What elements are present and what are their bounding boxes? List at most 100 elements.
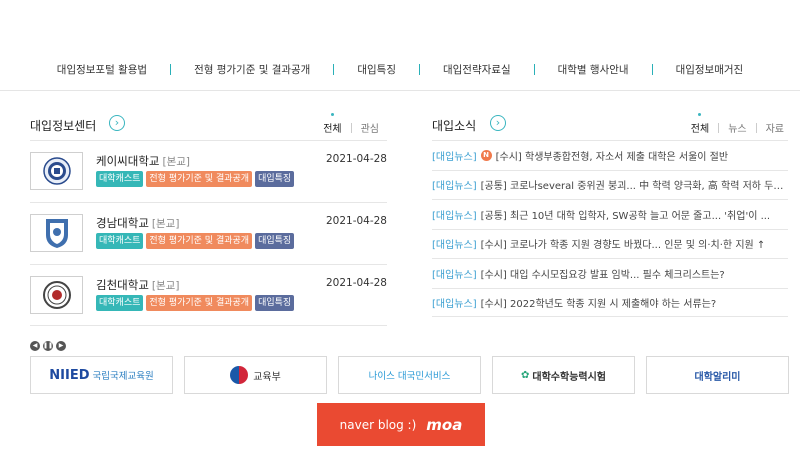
tab-news[interactable]: 뉴스 [728,120,746,135]
nav-item-university-events[interactable]: 대학별 행사안내 [558,62,629,77]
nav-item-strategy-materials[interactable]: 대입전략자료실 [443,62,511,77]
nav-item-magazine[interactable]: 대입정보매거진 [676,62,744,77]
news-title[interactable]: [수시] 대입 수시모집요강 발표 임박... 필수 체크리스트는? [481,266,725,281]
tab-all[interactable]: 전체 [323,113,342,135]
news-title[interactable]: [수시] 학생부종합전형, 자소서 제출 대학은 서울이 절반 [496,148,728,163]
prev-icon[interactable]: ◀ [30,341,40,351]
university-name-text: 경남대학교 [96,216,149,230]
moe-label: 교육부 [253,371,281,383]
banner-niied[interactable]: NIIED 국립국제교육원 [30,356,173,394]
naver-blog-badge: naver blog :) moa [317,403,485,446]
news-category: [대입뉴스] [432,210,477,222]
gimcheon-university-logo [30,276,83,314]
kice-label: 대학수학능력시험 [532,371,606,383]
tab-divider [718,122,720,133]
list-item[interactable]: 경남대학교 [본교] 2021-04-28 대학캐스트 전형 평가기준 및 결과공… [30,202,387,264]
news-title[interactable]: [공통] 최근 10년 대학 입학자, SW공학 늘고 어문 줄고... '취업… [481,207,771,222]
tag-admission-features[interactable]: 대입특징 [255,233,295,249]
nav-divider-line [0,90,800,91]
next-icon[interactable]: ▶ [56,341,66,351]
pause-icon[interactable]: ❚❚ [43,341,53,351]
news-category: [대입뉴스] [432,240,477,252]
news-category: [대입뉴스] [432,269,477,281]
top-navigation: 대입정보포털 활용법 전형 평가기준 및 결과공개 대입특징 대입전략자료실 대… [0,58,800,80]
tag-university-cast[interactable]: 대학캐스트 [96,233,144,249]
partner-banners: NIIED 국립국제교육원 교육부 나이스 대국민서비스 ✿ 대학수학능력시험 … [30,356,789,394]
nav-item-evaluation-criteria[interactable]: 전형 평가기준 및 결과공개 [194,62,310,77]
news-title[interactable]: [공통] 코로나several 중위권 붕괴... 中 학력 양극화, 高 학력… [481,177,788,192]
tag-admission-features[interactable]: 대입특징 [255,295,295,311]
list-item[interactable]: [대입뉴스] [수시] 코로나가 학종 지원 경향도 바꿨다... 인문 및 의… [432,228,788,259]
list-item[interactable]: 케이씨대학교 [본교] 2021-04-28 대학캐스트 전형 평가기준 및 결과… [30,140,387,202]
news-title[interactable]: [수시] 2022학년도 학종 지원 시 제출해야 하는 서류는? [481,295,717,310]
nav-divider [651,63,653,75]
nav-item-portal-guide[interactable]: 대입정보포털 활용법 [57,62,147,77]
admission-news-tabs: 전체 뉴스 자료 [691,113,784,135]
kc-university-logo [30,152,83,190]
banner-moe[interactable]: 교육부 [184,356,327,394]
tag-evaluation-criteria[interactable]: 전형 평가기준 및 결과공개 [146,295,253,311]
news-list: [대입뉴스] N [수시] 학생부종합전형, 자소서 제출 대학은 서울이 절반… [432,140,788,317]
tag-admission-features[interactable]: 대입특징 [255,171,295,187]
new-badge-icon: N [480,149,492,161]
tag-group: 대학캐스트 전형 평가기준 및 결과공개 대입특징 [96,295,295,311]
university-branch: [본교] [151,280,180,292]
university-branch: [본교] [151,218,180,230]
list-item[interactable]: [대입뉴스] [수시] 2022학년도 학종 지원 시 제출해야 하는 서류는? [432,287,788,317]
admission-center-tabs: 전체 관심 [323,113,379,135]
university-list: 케이씨대학교 [본교] 2021-04-28 대학캐스트 전형 평가기준 및 결과… [30,140,387,326]
list-item[interactable]: 김천대학교 [본교] 2021-04-28 대학캐스트 전형 평가기준 및 결과공… [30,264,387,326]
university-name: 경남대학교 [본교] [96,215,179,231]
banner-neis[interactable]: 나이스 대국민서비스 [338,356,481,394]
admission-center-header: 대입정보센터 › 전체 관심 [30,112,387,138]
admission-center-title: 대입정보센터 [30,119,97,133]
chevron-right-icon[interactable]: › [109,115,125,131]
nav-divider [333,63,335,75]
niied-label: 국립국제교육원 [92,371,154,382]
list-item[interactable]: [대입뉴스] [공통] 최근 10년 대학 입학자, SW공학 늘고 어문 줄고… [432,199,788,229]
alrimi-label: 대학알리미 [694,371,741,383]
tag-evaluation-criteria[interactable]: 전형 평가기준 및 결과공개 [146,171,253,187]
news-category: [대입뉴스] [432,298,477,310]
nav-divider [533,63,535,75]
tag-university-cast[interactable]: 대학캐스트 [96,295,144,311]
blog-label: naver blog :) [339,417,417,432]
list-item[interactable]: [대입뉴스] N [수시] 학생부종합전형, 자소서 제출 대학은 서울이 절반 [432,140,788,170]
university-name: 케이씨대학교 [본교] [96,153,190,169]
nav-item-admission-features[interactable]: 대입특징 [357,62,396,77]
banner-alrimi[interactable]: 대학알리미 [646,356,789,394]
university-branch: [본교] [162,156,190,168]
kice-logo-icon: ✿ [521,369,530,381]
tab-materials[interactable]: 자료 [766,120,784,135]
tab-all[interactable]: 전체 [691,113,709,135]
tab-divider [755,122,757,133]
tag-university-cast[interactable]: 대학캐스트 [96,171,144,187]
admission-news-header: 대입소식 › 전체 뉴스 자료 [432,112,788,138]
banner-kice[interactable]: ✿ 대학수학능력시험 [492,356,635,394]
list-item[interactable]: [대입뉴스] [공통] 코로나several 중위권 붕괴... 中 학력 양극… [432,169,788,200]
tab-divider [350,122,352,133]
nav-divider [170,63,172,75]
blog-name: moa [426,415,463,434]
news-title[interactable]: [수시] 코로나가 학종 지원 경향도 바꿨다... 인문 및 의·치·한 지원… [481,236,766,251]
news-category: [대입뉴스] [432,181,477,193]
university-name: 김천대학교 [본교] [96,277,179,293]
kyungnam-university-logo [30,214,83,252]
admission-news-title: 대입소식 [432,119,477,133]
taegeuk-icon [230,366,249,384]
post-date: 2021-04-28 [325,215,387,227]
neis-label: 나이스 대국민서비스 [368,371,451,382]
nav-divider [418,63,420,75]
news-category: [대입뉴스] [432,151,477,163]
chevron-right-icon[interactable]: › [490,115,506,131]
tag-group: 대학캐스트 전형 평가기준 및 결과공개 대입특징 [96,233,295,249]
tag-evaluation-criteria[interactable]: 전형 평가기준 및 결과공개 [146,233,253,249]
banner-controls: ◀ ❚❚ ▶ [30,341,66,351]
post-date: 2021-04-28 [325,277,387,289]
tab-interest[interactable]: 관심 [361,120,379,135]
list-item[interactable]: [대입뉴스] [수시] 대입 수시모집요강 발표 임박... 필수 체크리스트는… [432,258,788,288]
university-name-text: 김천대학교 [96,278,149,292]
tag-group: 대학캐스트 전형 평가기준 및 결과공개 대입특징 [96,171,295,187]
university-name-text: 케이씨대학교 [96,154,160,168]
niied-logo: NIIED [49,367,90,383]
